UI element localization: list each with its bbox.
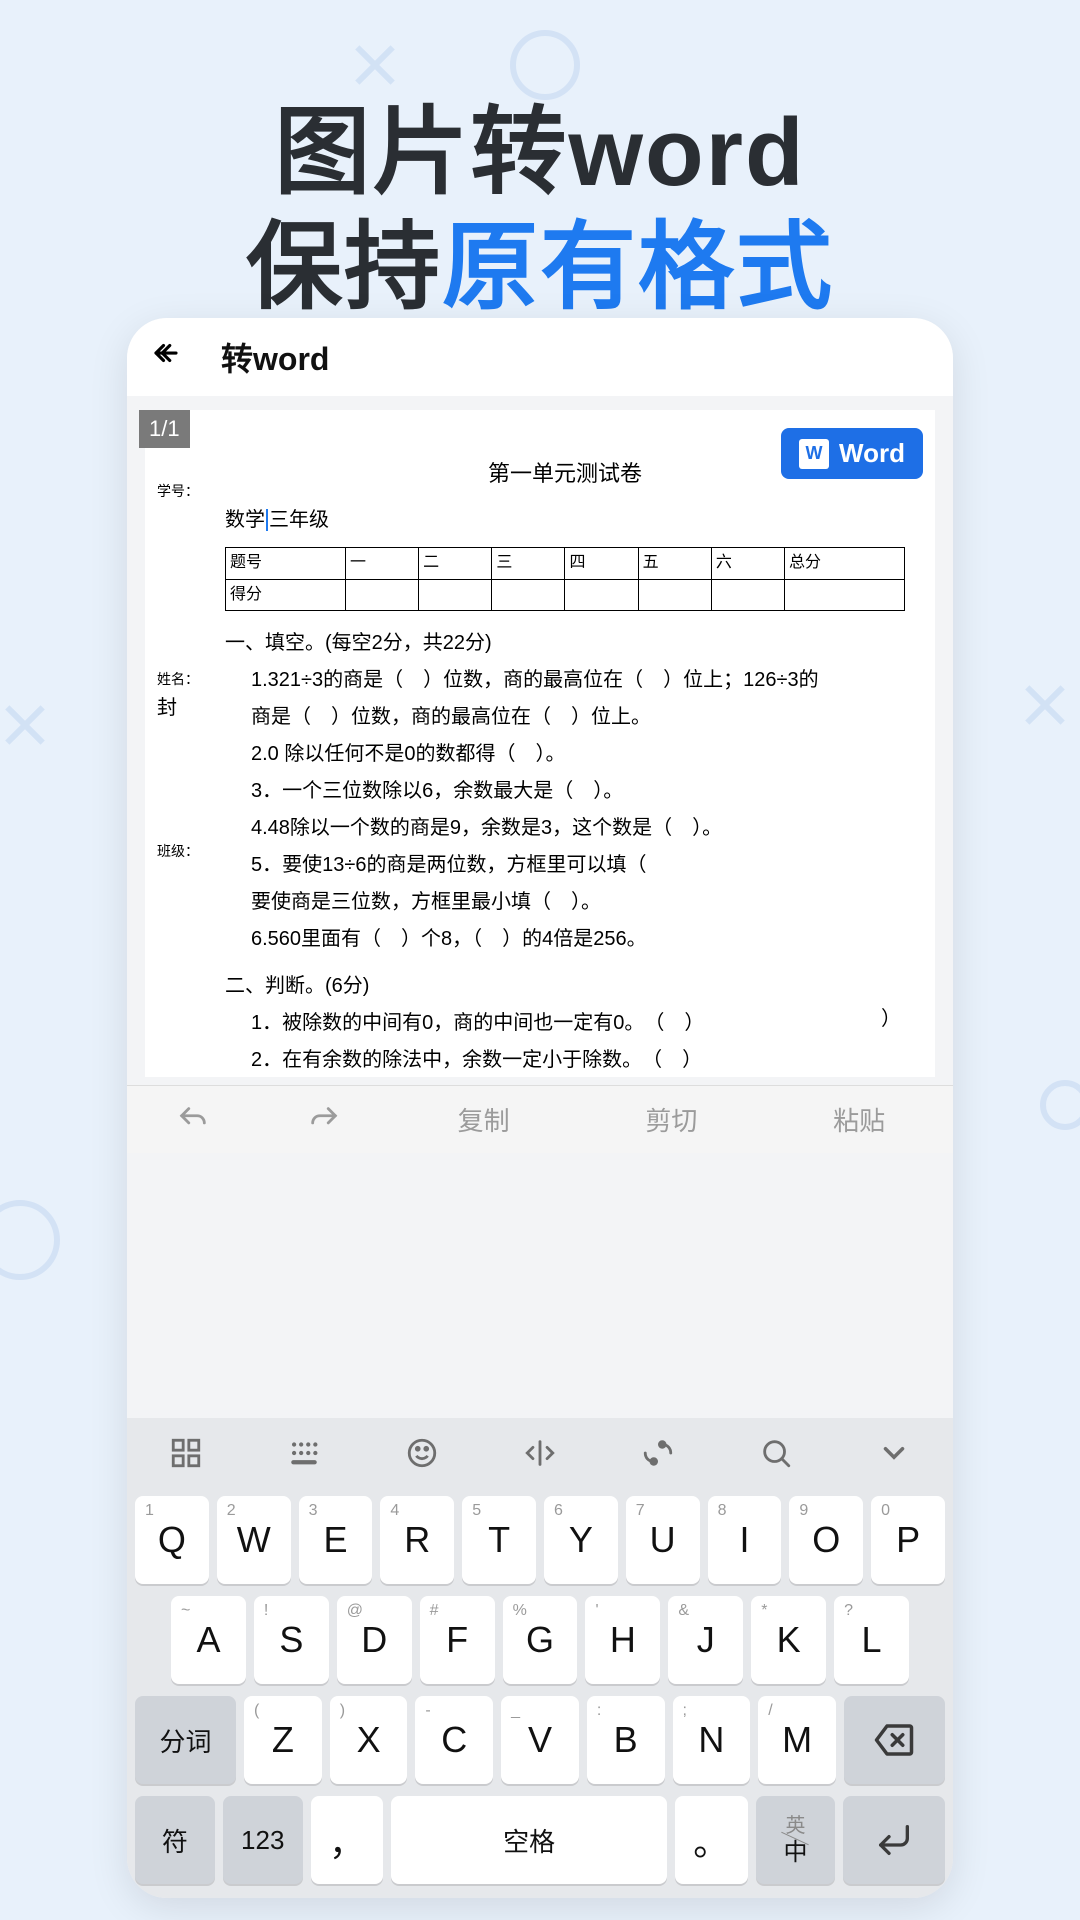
redo-button[interactable] <box>258 1086 389 1153</box>
key-f[interactable]: #F <box>420 1596 495 1684</box>
key-a[interactable]: ~A <box>171 1596 246 1684</box>
copy-button[interactable]: 复制 <box>390 1086 578 1153</box>
doc-question: 5．要使13÷6的商是两位数，方框里可以填（ <box>251 849 905 882</box>
key-comma[interactable]: ， <box>311 1796 384 1884</box>
doc-question: 1．被除数的中间有0，商的中间也一定有0。 （ ） <box>251 1007 704 1040</box>
collapse-keyboard-icon[interactable] <box>835 1436 953 1470</box>
page-title: 转word <box>221 334 329 380</box>
key-y[interactable]: 6Y <box>544 1496 618 1584</box>
key-b[interactable]: :B <box>587 1696 665 1784</box>
subject-line[interactable]: 数学三年级 <box>225 504 905 537</box>
key-o[interactable]: 9O <box>789 1496 863 1584</box>
grid-icon[interactable] <box>127 1436 245 1470</box>
bg-shape <box>1040 1080 1080 1130</box>
key-h[interactable]: 'H <box>585 1596 660 1684</box>
key-space[interactable]: 空格 <box>391 1796 667 1884</box>
emoji-icon[interactable] <box>363 1436 481 1470</box>
key-n[interactable]: ;N <box>673 1696 751 1784</box>
key-m[interactable]: /M <box>758 1696 836 1784</box>
key-g[interactable]: %G <box>503 1596 578 1684</box>
soft-keyboard: 1Q2W3E4R5T6Y7U8I9O0P ~A!S@D#F%G'H&J*K?L … <box>127 1418 953 1898</box>
undo-icon <box>176 1103 210 1137</box>
key-e[interactable]: 3E <box>299 1496 373 1584</box>
doc-question: 2.0 除以任何不是0的数都得（ ）。 <box>251 738 905 771</box>
edit-action-bar: 复制 剪切 粘贴 <box>127 1085 953 1153</box>
score-table: 题号一二三四五六总分 得分 <box>225 547 905 611</box>
document-area[interactable]: 1/1 W Word 学号： 姓名： 封 班级： 第一单元测试卷 数学三年级 题… <box>127 396 953 1085</box>
key-z[interactable]: (Z <box>244 1696 322 1784</box>
margin-label-xuehao: 学号： <box>157 480 199 503</box>
key-c[interactable]: -C <box>415 1696 493 1784</box>
redo-icon <box>307 1103 341 1137</box>
doc-question: 1.321÷3的商是（ ）位数，商的最高位在（ ）位上；126÷3的 <box>251 664 905 697</box>
key-123[interactable]: 123 <box>223 1796 303 1884</box>
doc-question: 3．一个三位数除以6，余数最大是（ ）。 <box>251 775 905 808</box>
key-s[interactable]: !S <box>254 1596 329 1684</box>
headline-line1: 图片转word <box>0 95 1080 210</box>
key-k[interactable]: *K <box>751 1596 826 1684</box>
return-icon <box>874 1820 914 1860</box>
doc-question: 2．在有余数的除法中，余数一定小于除数。 （ ） <box>251 1044 905 1077</box>
key-symbol[interactable]: 符 <box>135 1796 215 1884</box>
key-i[interactable]: 8I <box>708 1496 782 1584</box>
text-cursor <box>266 509 268 531</box>
paste-button[interactable]: 粘贴 <box>765 1086 953 1153</box>
doc-section-2-title: 二、判断。(6分) <box>225 970 905 1003</box>
key-d[interactable]: @D <box>337 1596 412 1684</box>
keyboard-toolbar <box>127 1418 953 1488</box>
key-v[interactable]: _V <box>501 1696 579 1784</box>
bg-shape <box>350 40 400 90</box>
search-icon[interactable] <box>717 1436 835 1470</box>
key-period[interactable]: 。 <box>675 1796 748 1884</box>
key-t[interactable]: 5T <box>462 1496 536 1584</box>
app-header: 转word <box>127 318 953 396</box>
key-r[interactable]: 4R <box>380 1496 454 1584</box>
doc-question: 4.48除以一个数的商是9，余数是3，这个数是（ ）。 <box>251 812 905 845</box>
doc-question: 6.560里面有（ ）个8，（ ）的4倍是256。 <box>251 923 905 956</box>
key-language-toggle[interactable]: 英中 <box>756 1796 836 1884</box>
doc-question: 要使商是三位数，方框里最小填（ ）。 <box>251 886 905 919</box>
page-indicator: 1/1 <box>139 410 190 448</box>
arrow-left-icon <box>151 338 181 368</box>
table-row: 题号一二三四五六总分 <box>226 548 905 579</box>
undo-button[interactable] <box>127 1086 258 1153</box>
cut-button[interactable]: 剪切 <box>578 1086 766 1153</box>
margin-label-banji: 班级： <box>157 840 199 863</box>
key-l[interactable]: ?L <box>834 1596 909 1684</box>
key-backspace[interactable] <box>844 1696 945 1784</box>
key-j[interactable]: &J <box>668 1596 743 1684</box>
word-icon: W <box>799 439 829 469</box>
key-u[interactable]: 7U <box>626 1496 700 1584</box>
phone-mockup: 转word 1/1 W Word 学号： 姓名： 封 班级： 第一单元测试卷 数… <box>127 318 953 1898</box>
doc-question: 商是（ ）位数，商的最高位在（ ）位上。 <box>251 701 905 734</box>
cursor-move-icon[interactable] <box>481 1436 599 1470</box>
backspace-icon <box>873 1719 915 1761</box>
key-q[interactable]: 1Q <box>135 1496 209 1584</box>
voice-icon[interactable] <box>599 1436 717 1470</box>
bg-shape <box>510 30 580 100</box>
marketing-headline: 图片转word 保持原有格式 <box>0 95 1080 325</box>
document-content[interactable]: 学号： 姓名： 封 班级： 第一单元测试卷 数学三年级 题号一二三四五六总分 得… <box>145 410 935 1077</box>
doc-paren-right: ） <box>881 1003 905 1040</box>
bg-shape <box>0 1200 60 1280</box>
margin-label-xingming: 姓名： <box>157 668 199 691</box>
keyboard-layout-icon[interactable] <box>245 1436 363 1470</box>
keyboard-keys: 1Q2W3E4R5T6Y7U8I9O0P ~A!S@D#F%G'H&J*K?L … <box>127 1488 953 1898</box>
key-x[interactable]: )X <box>330 1696 408 1784</box>
bg-shape <box>1020 680 1070 730</box>
key-w[interactable]: 2W <box>217 1496 291 1584</box>
doc-section-1-title: 一、填空。(每空2分，共22分) <box>225 627 905 660</box>
margin-label-feng: 封 <box>157 692 177 725</box>
table-row: 得分 <box>226 579 905 610</box>
key-fenci[interactable]: 分词 <box>135 1696 236 1784</box>
bg-shape <box>0 700 50 750</box>
back-button[interactable] <box>151 338 181 377</box>
key-return[interactable] <box>843 1796 945 1884</box>
export-word-button[interactable]: W Word <box>781 428 923 479</box>
word-button-label: Word <box>839 438 905 469</box>
headline-line2: 保持原有格式 <box>0 210 1080 325</box>
key-p[interactable]: 0P <box>871 1496 945 1584</box>
